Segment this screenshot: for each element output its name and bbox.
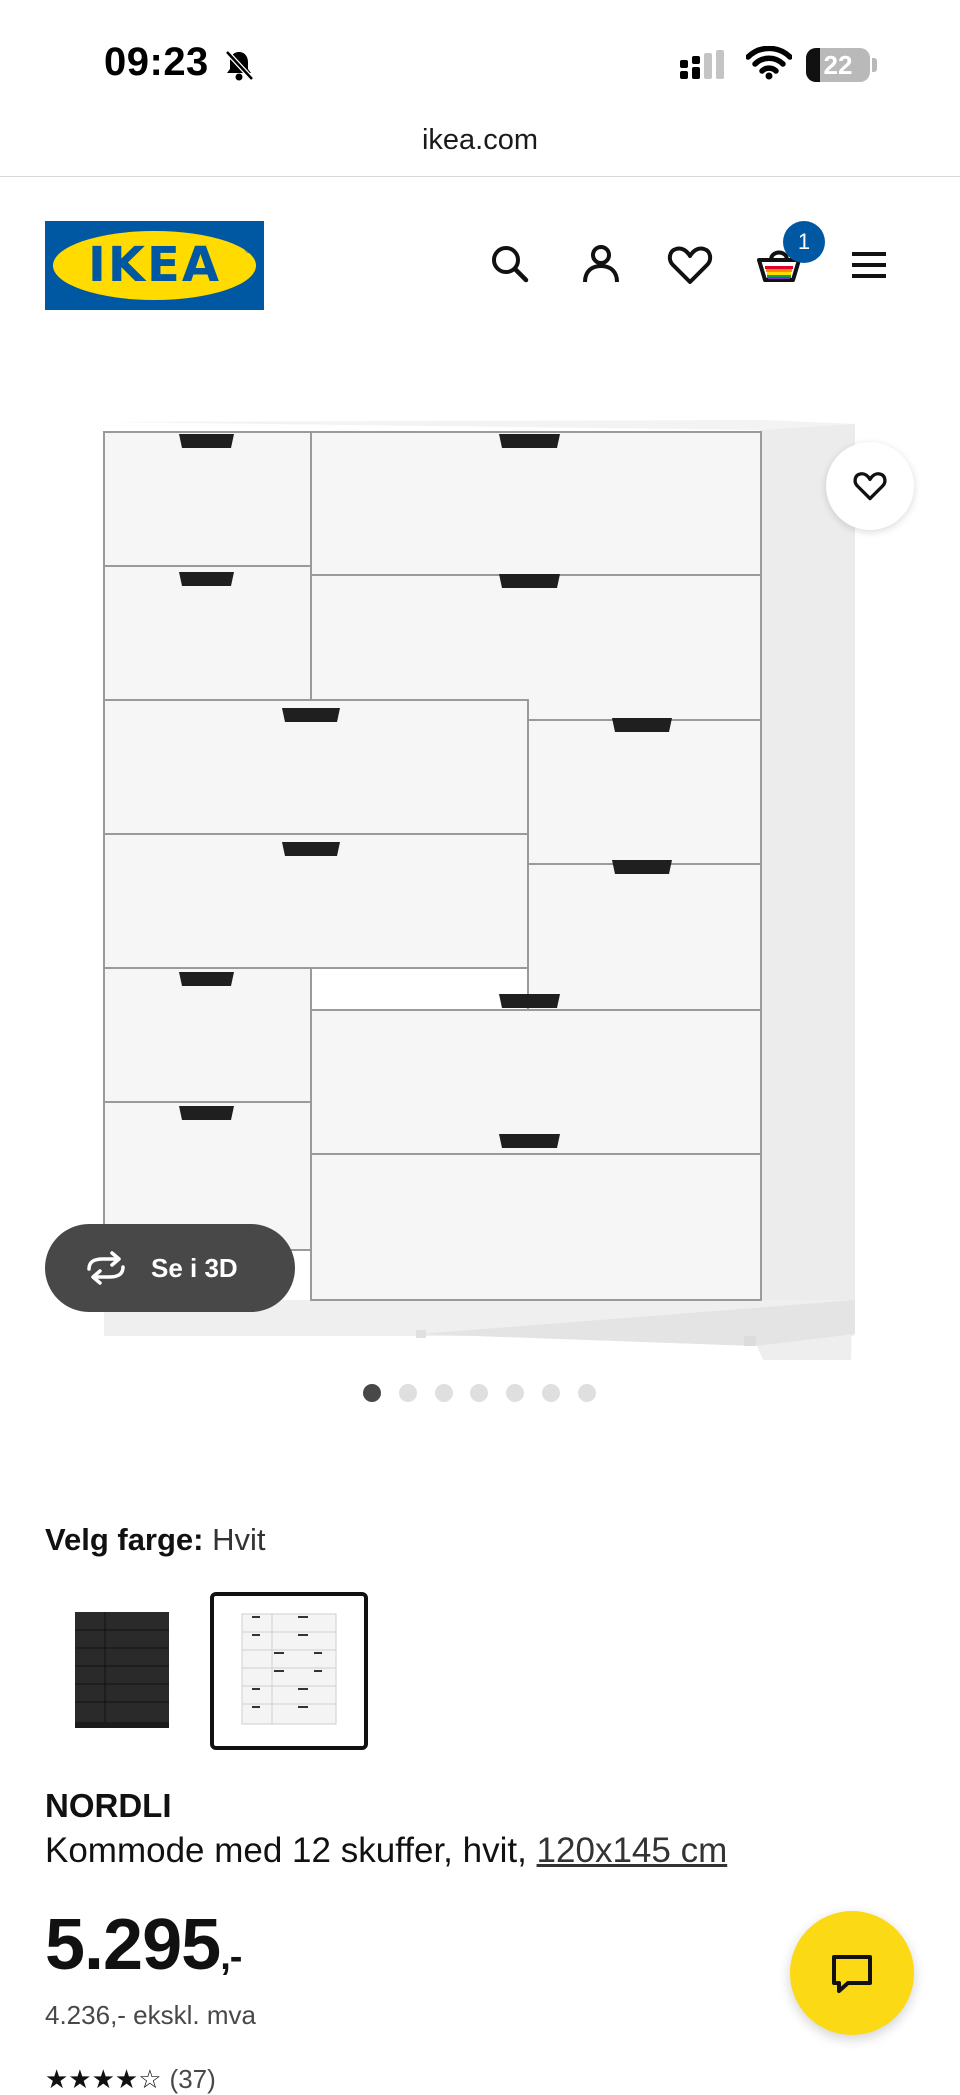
color-swatch-hvit[interactable] — [210, 1592, 368, 1750]
rotate-3d-icon — [87, 1251, 125, 1285]
search-icon[interactable] — [484, 238, 538, 292]
wifi-icon — [746, 46, 792, 80]
pagination-dot[interactable] — [435, 1384, 453, 1402]
color-label-text: Velg farge: — [45, 1522, 204, 1557]
pagination-dot[interactable] — [470, 1384, 488, 1402]
selected-color: Hvit — [212, 1522, 266, 1557]
status-time: 09:23 — [104, 40, 209, 84]
cellular-signal-icon — [680, 50, 724, 79]
view-in-3d-label: Se i 3D — [151, 1253, 238, 1283]
view-in-3d-button[interactable]: Se i 3D — [45, 1224, 295, 1312]
swatch-image — [241, 1613, 337, 1725]
cart-count-badge: 1 — [783, 221, 825, 263]
logo-registered-mark: ® — [245, 245, 253, 256]
battery-indicator: 22 — [806, 48, 870, 82]
price-main: 5.295 — [45, 1905, 221, 1985]
status-bar: 09:23 22 — [0, 0, 960, 120]
rating-count: (37) — [169, 2064, 216, 2094]
battery-level: 22 — [823, 50, 853, 80]
bell-muted-icon — [225, 50, 254, 81]
product-size-link[interactable]: 120x145 cm — [537, 1831, 728, 1870]
url-divider — [0, 176, 960, 177]
product-description-text: Kommode med 12 skuffer, hvit, — [45, 1831, 537, 1870]
menu-icon[interactable] — [842, 238, 896, 292]
battery-tip — [872, 58, 877, 72]
product-image[interactable] — [0, 400, 960, 1360]
rating-stars: ★★★★☆ — [45, 2064, 162, 2094]
heart-icon[interactable] — [663, 238, 717, 292]
account-icon[interactable] — [574, 238, 628, 292]
url-bar[interactable]: ikea.com — [0, 124, 960, 157]
price-excl-vat: 4.236,- ekskl. mva — [45, 2000, 256, 2030]
pagination-dot[interactable] — [399, 1384, 417, 1402]
logo-text: IKEA — [88, 237, 221, 293]
color-selector-label: Velg farge: Hvit — [45, 1522, 266, 1558]
ikea-logo[interactable]: IKEA ® — [45, 221, 264, 310]
price-suffix: ,- — [220, 1936, 242, 1978]
pagination-dot[interactable] — [542, 1384, 560, 1402]
pagination-dot[interactable] — [578, 1384, 596, 1402]
pagination-dot[interactable] — [363, 1384, 381, 1402]
chat-button[interactable] — [790, 1911, 914, 2035]
product-price: 5.295,- — [45, 1904, 242, 1986]
pagination-dot[interactable] — [506, 1384, 524, 1402]
add-to-favourites-button[interactable] — [826, 442, 914, 530]
color-swatch-antrasitt[interactable] — [47, 1594, 197, 1744]
product-rating[interactable]: ★★★★☆ (37) — [45, 2064, 216, 2095]
product-name: NORDLI — [45, 1787, 172, 1824]
product-description: Kommode med 12 skuffer, hvit, 120x145 cm — [45, 1831, 727, 1871]
swatch-image — [75, 1612, 169, 1728]
heart-icon — [853, 472, 887, 501]
chat-icon — [832, 1955, 872, 1993]
